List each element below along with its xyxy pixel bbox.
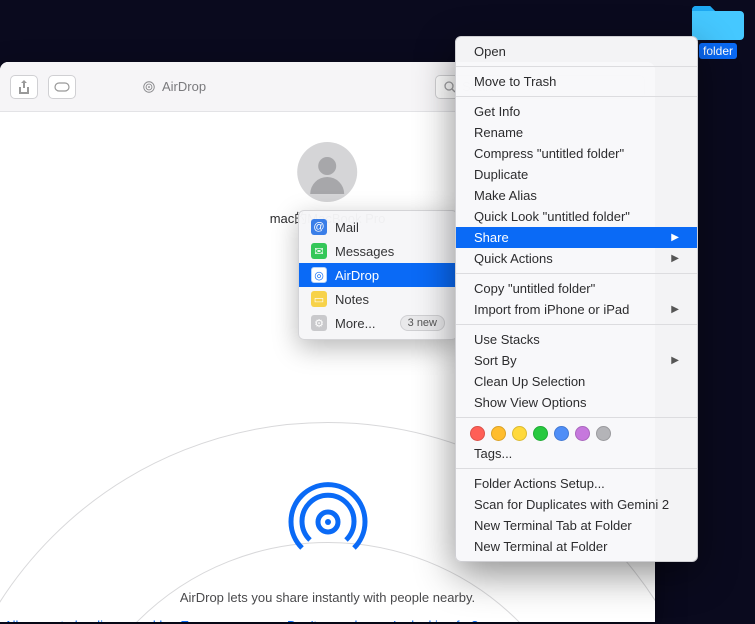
chevron-right-icon: ▶: [671, 232, 679, 243]
cm-compress[interactable]: Compress "untitled folder": [456, 143, 697, 164]
window-title-text: AirDrop: [162, 79, 206, 94]
cm-share[interactable]: Share▶: [456, 227, 697, 248]
tag-blue[interactable]: [554, 426, 569, 441]
share-icon: [18, 80, 30, 94]
share-submenu: @Mail ✉Messages ◎AirDrop ▭Notes ⚙More...…: [298, 210, 458, 340]
desktop-folder-label: folder: [699, 43, 737, 59]
tag-gray[interactable]: [596, 426, 611, 441]
more-badge: 3 new: [400, 315, 445, 331]
tag-purple[interactable]: [575, 426, 590, 441]
share-item-mail[interactable]: @Mail: [299, 215, 457, 239]
share-item-airdrop[interactable]: ◎AirDrop: [299, 263, 457, 287]
tag-icon: [54, 82, 70, 92]
cm-folder-actions[interactable]: Folder Actions Setup...: [456, 473, 697, 494]
tag-red[interactable]: [470, 426, 485, 441]
airdrop-icon: [142, 80, 156, 94]
airdrop-icon: ◎: [311, 267, 327, 283]
cm-tags-row: [456, 422, 697, 443]
cm-import[interactable]: Import from iPhone or iPad▶: [456, 299, 697, 320]
cm-get-info[interactable]: Get Info: [456, 101, 697, 122]
airdrop-description: AirDrop lets you share instantly with pe…: [0, 590, 655, 605]
airdrop-logo: [288, 482, 368, 562]
cm-terminal-window[interactable]: New Terminal at Folder: [456, 536, 697, 557]
chevron-right-icon: ▶: [671, 304, 679, 315]
cm-quicklook[interactable]: Quick Look "untitled folder": [456, 206, 697, 227]
chevron-down-icon: ⌄: [235, 618, 250, 622]
share-item-messages[interactable]: ✉Messages: [299, 239, 457, 263]
toolbar-share-button[interactable]: [10, 75, 38, 99]
share-item-notes[interactable]: ▭Notes: [299, 287, 457, 311]
cm-move-trash[interactable]: Move to Trash: [456, 71, 697, 92]
cm-clean-up[interactable]: Clean Up Selection: [456, 371, 697, 392]
cm-use-stacks[interactable]: Use Stacks: [456, 329, 697, 350]
cm-quick-actions[interactable]: Quick Actions▶: [456, 248, 697, 269]
context-menu: Open Move to Trash Get Info Rename Compr…: [455, 36, 698, 562]
cm-open[interactable]: Open: [456, 41, 697, 62]
avatar: [298, 142, 358, 202]
cm-copy[interactable]: Copy "untitled folder": [456, 278, 697, 299]
cm-tags[interactable]: Tags...: [456, 443, 697, 464]
airdrop-bottom-links: Allow me to be discovered by: Everyone ⌄…: [0, 618, 655, 622]
tag-yellow[interactable]: [512, 426, 527, 441]
notes-icon: ▭: [311, 291, 327, 307]
discover-link[interactable]: Allow me to be discovered by: Everyone ⌄: [4, 618, 250, 622]
messages-icon: ✉: [311, 243, 327, 259]
share-item-more[interactable]: ⚙More...3 new: [299, 311, 457, 335]
help-link[interactable]: Don't see who you're looking for?: [287, 618, 478, 622]
mail-icon: @: [311, 219, 327, 235]
cm-gemini[interactable]: Scan for Duplicates with Gemini 2: [456, 494, 697, 515]
window-title: AirDrop: [86, 79, 425, 94]
tag-orange[interactable]: [491, 426, 506, 441]
cm-duplicate[interactable]: Duplicate: [456, 164, 697, 185]
cm-rename[interactable]: Rename: [456, 122, 697, 143]
cm-view-options[interactable]: Show View Options: [456, 392, 697, 413]
cm-sort-by[interactable]: Sort By▶: [456, 350, 697, 371]
cm-terminal-tab[interactable]: New Terminal Tab at Folder: [456, 515, 697, 536]
chevron-right-icon: ▶: [671, 253, 679, 264]
cm-alias[interactable]: Make Alias: [456, 185, 697, 206]
toolbar-tags-button[interactable]: [48, 75, 76, 99]
person-icon: [306, 150, 350, 194]
chevron-right-icon: ▶: [671, 355, 679, 366]
gear-icon: ⚙: [311, 315, 327, 331]
tag-green[interactable]: [533, 426, 548, 441]
folder-icon: [690, 2, 746, 42]
